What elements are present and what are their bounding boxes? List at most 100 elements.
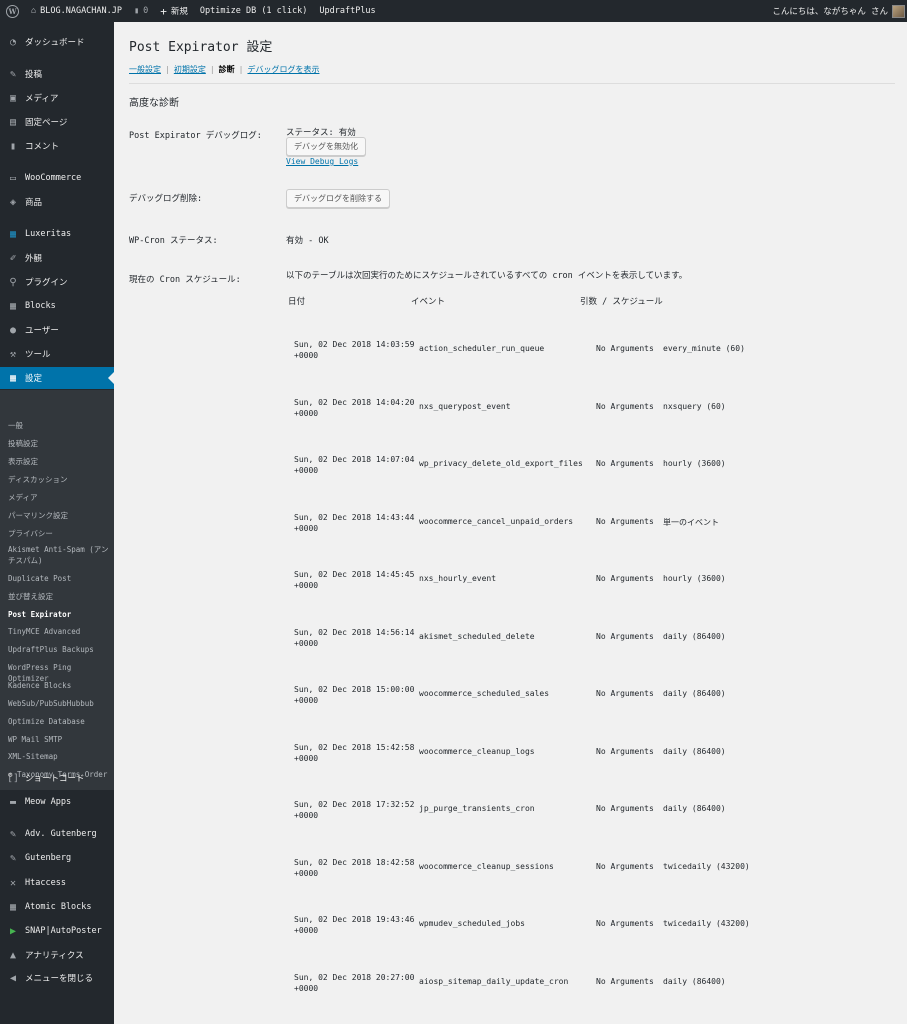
sidebar-item-label: 固定ページ: [25, 118, 68, 128]
sidebar-item-11[interactable]: ● ユーザー: [0, 319, 114, 341]
optimize-db-menu[interactable]: Optimize DB (1 click): [194, 0, 313, 22]
submenu-item-7[interactable]: Akismet Anti-Spam (アンチスパム): [8, 544, 112, 566]
cron-args: No Arguments: [596, 401, 654, 411]
cron-event: woocommerce_cancel_unpaid_orders: [419, 516, 574, 526]
sidebar-item-16[interactable]: ✎ Adv. Gutenberg: [0, 823, 114, 845]
submenu-item-label: Kadence Blocks: [8, 681, 72, 690]
settings-submenu: 一般投稿設定表示設定ディスカッション メディアパーマリンク設定 プライバシー Akis…: [0, 390, 114, 790]
submenu-item-4[interactable]: メディア: [8, 492, 112, 503]
sidebar-item-22[interactable]: ◀ メニューを閉じる: [0, 967, 114, 989]
debug-log-label: Post Expirator デバッグログ:: [129, 131, 262, 141]
sidebar-item-7[interactable]: ▦ Luxeritas: [0, 223, 114, 245]
home-icon: ⌂: [31, 6, 37, 16]
submenu-item-1[interactable]: 投稿設定: [8, 438, 112, 449]
delete-debug-log-button[interactable]: デバッグログを削除する: [286, 189, 390, 208]
sidebar-item-label: ユーザー: [25, 326, 59, 336]
sidebar-item-17[interactable]: ✎ Gutenberg: [0, 847, 114, 869]
sidebar-item-label: アナリティクス: [25, 951, 84, 961]
updraftplus-menu[interactable]: UpdraftPlus: [313, 0, 381, 22]
wp-logo-menu[interactable]: W: [0, 0, 25, 22]
woocommerce-icon: ▭: [9, 172, 17, 184]
submenu-item-6[interactable]: プライバシー: [8, 528, 112, 539]
submenu-item-12[interactable]: UpdraftPlus Backups: [8, 644, 112, 655]
sidebar-item-0[interactable]: ◔ ダッシュボード: [0, 31, 114, 53]
cron-date-tz: +0000: [294, 811, 319, 820]
submenu-item-17[interactable]: WP Mail SMTP: [8, 734, 112, 745]
sidebar-item-15[interactable]: ▬ Meow Apps: [0, 791, 114, 813]
cron-schedule: hourly (3600): [663, 459, 726, 468]
tab-defaults[interactable]: 初期設定: [174, 65, 206, 74]
view-debug-logs-link[interactable]: View Debug Logs: [286, 157, 358, 166]
comment-icon: ▮: [134, 6, 140, 16]
my-account-menu[interactable]: こんにちは、ながちゃん さん: [766, 0, 907, 22]
avatar: [892, 4, 905, 18]
divider: [129, 83, 895, 84]
sidebar-item-12[interactable]: ⚒ ツール: [0, 343, 114, 365]
table-row: Sun, 02 Dec 2018 14:56:14 +0000 akismet_sc…: [286, 627, 886, 684]
cron-date: Sun, 02 Dec 2018 20:27:00 +0000: [294, 972, 414, 994]
submenu-item-5[interactable]: パーマリンク設定: [8, 510, 112, 521]
sidebar-item-label: ショートコード: [25, 774, 85, 784]
site-name: BLOG.NAGACHAN.JP: [40, 6, 123, 16]
sidebar-item-3[interactable]: ▤ 固定ページ: [0, 111, 114, 133]
sidebar-item-2[interactable]: ▣ メディア: [0, 87, 114, 109]
cron-args: No Arguments: [596, 689, 654, 698]
cron-date: Sun, 02 Dec 2018 15:00:00 +0000: [294, 684, 414, 706]
submenu-item-18[interactable]: XML-Sitemap: [8, 751, 112, 762]
meow-icon: ▬: [9, 796, 17, 808]
cron-date: Sun, 02 Dec 2018 14:07:04 +0000: [294, 454, 414, 476]
snap-icon: ▶: [9, 925, 17, 937]
disable-debug-button[interactable]: デバッグを無効化: [286, 137, 366, 156]
submenu-item-9[interactable]: 並び替え設定: [8, 591, 112, 602]
cron-date-value: Sun, 02 Dec 2018 19:43:46: [294, 915, 415, 924]
cron-schedule: nxsquery (60): [663, 401, 726, 411]
cron-date-tz: +0000: [294, 753, 319, 763]
submenu-item-0[interactable]: 一般: [8, 420, 112, 431]
submenu-item-8[interactable]: Duplicate Post: [8, 573, 112, 584]
sidebar-item-6[interactable]: ◈ 商品: [0, 191, 114, 213]
submenu-item-2[interactable]: 表示設定: [8, 456, 112, 467]
table-row: Sun, 02 Dec 2018 14:03:59 +0000 action_sch…: [286, 339, 886, 396]
table-header-date: 日付: [288, 297, 306, 307]
sidebar-item-13[interactable]: ▦ 設定: [0, 367, 114, 389]
sidebar-item-20[interactable]: ▶ SNAP|AutoPoster: [0, 920, 114, 942]
page-title: Post Expirator 設定: [129, 40, 273, 55]
cron-schedule: 単一のイベント: [663, 517, 719, 527]
submenu-item-14[interactable]: Kadence Blocks: [8, 680, 112, 691]
sidebar-item-8[interactable]: ✐ 外観: [0, 247, 114, 269]
sidebar-item-9[interactable]: ⚲ プラグイン: [0, 271, 114, 293]
tab-view-debug[interactable]: デバッグログを表示: [247, 65, 319, 74]
cron-args: No Arguments: [596, 746, 654, 756]
sidebar-item-5[interactable]: ▭ WooCommerce: [0, 167, 114, 189]
submenu-item-15[interactable]: WebSub/PubSubHubbub: [8, 698, 112, 709]
table-row: Sun, 02 Dec 2018 14:45:45 +0000 nxs_hourly…: [286, 569, 886, 626]
cron-date: Sun, 02 Dec 2018 15:42:58 +0000: [294, 742, 414, 764]
luxeritas-icon: ▦: [9, 228, 17, 240]
cron-args: No Arguments: [596, 344, 654, 353]
site-name-menu[interactable]: ⌂ BLOG.NAGACHAN.JP: [25, 0, 128, 22]
new-content-menu[interactable]: + 新規: [154, 0, 194, 22]
cron-args: No Arguments: [596, 976, 654, 986]
comments-menu[interactable]: ▮ 0: [128, 0, 154, 22]
table-header-args: 引数 / スケジュール: [580, 297, 663, 307]
pen-icon: ✎: [9, 828, 17, 840]
sidebar-item-14[interactable]: [] ショートコード: [0, 767, 114, 789]
sidebar-item-4[interactable]: ▮ コメント: [0, 135, 114, 157]
comments-count: 0: [143, 6, 149, 16]
submenu-item-10[interactable]: Post Expirator: [8, 609, 112, 620]
table-row: Sun, 02 Dec 2018 18:42:58 +0000 woocommerc…: [286, 857, 886, 914]
table-row: Sun, 02 Dec 2018 14:04:20 +0000 nxs_queryp…: [286, 397, 886, 454]
sidebar-item-1[interactable]: ✎ 投稿: [0, 63, 114, 85]
cron-date-tz: +0000: [294, 466, 319, 475]
submenu-item-11[interactable]: TinyMCE Advanced: [8, 626, 112, 637]
table-row: Sun, 02 Dec 2018 14:43:44 +0000 woocommerc…: [286, 512, 886, 569]
sidebar-item-10[interactable]: ▦ Blocks: [0, 295, 114, 317]
tab-general[interactable]: 一般設定: [129, 65, 161, 74]
sidebar-item-19[interactable]: ▦ Atomic Blocks: [0, 896, 114, 918]
submenu-item-3[interactable]: ディスカッション: [8, 474, 112, 485]
sidebar-item-21[interactable]: ▲ アナリティクス: [0, 944, 114, 966]
table-row: Sun, 02 Dec 2018 15:42:58 +0000 woocommerc…: [286, 742, 886, 799]
tab-diagnostics[interactable]: 診断: [219, 65, 235, 74]
sidebar-item-18[interactable]: ✕ Htaccess: [0, 872, 114, 894]
submenu-item-16[interactable]: Optimize Database: [8, 716, 112, 727]
